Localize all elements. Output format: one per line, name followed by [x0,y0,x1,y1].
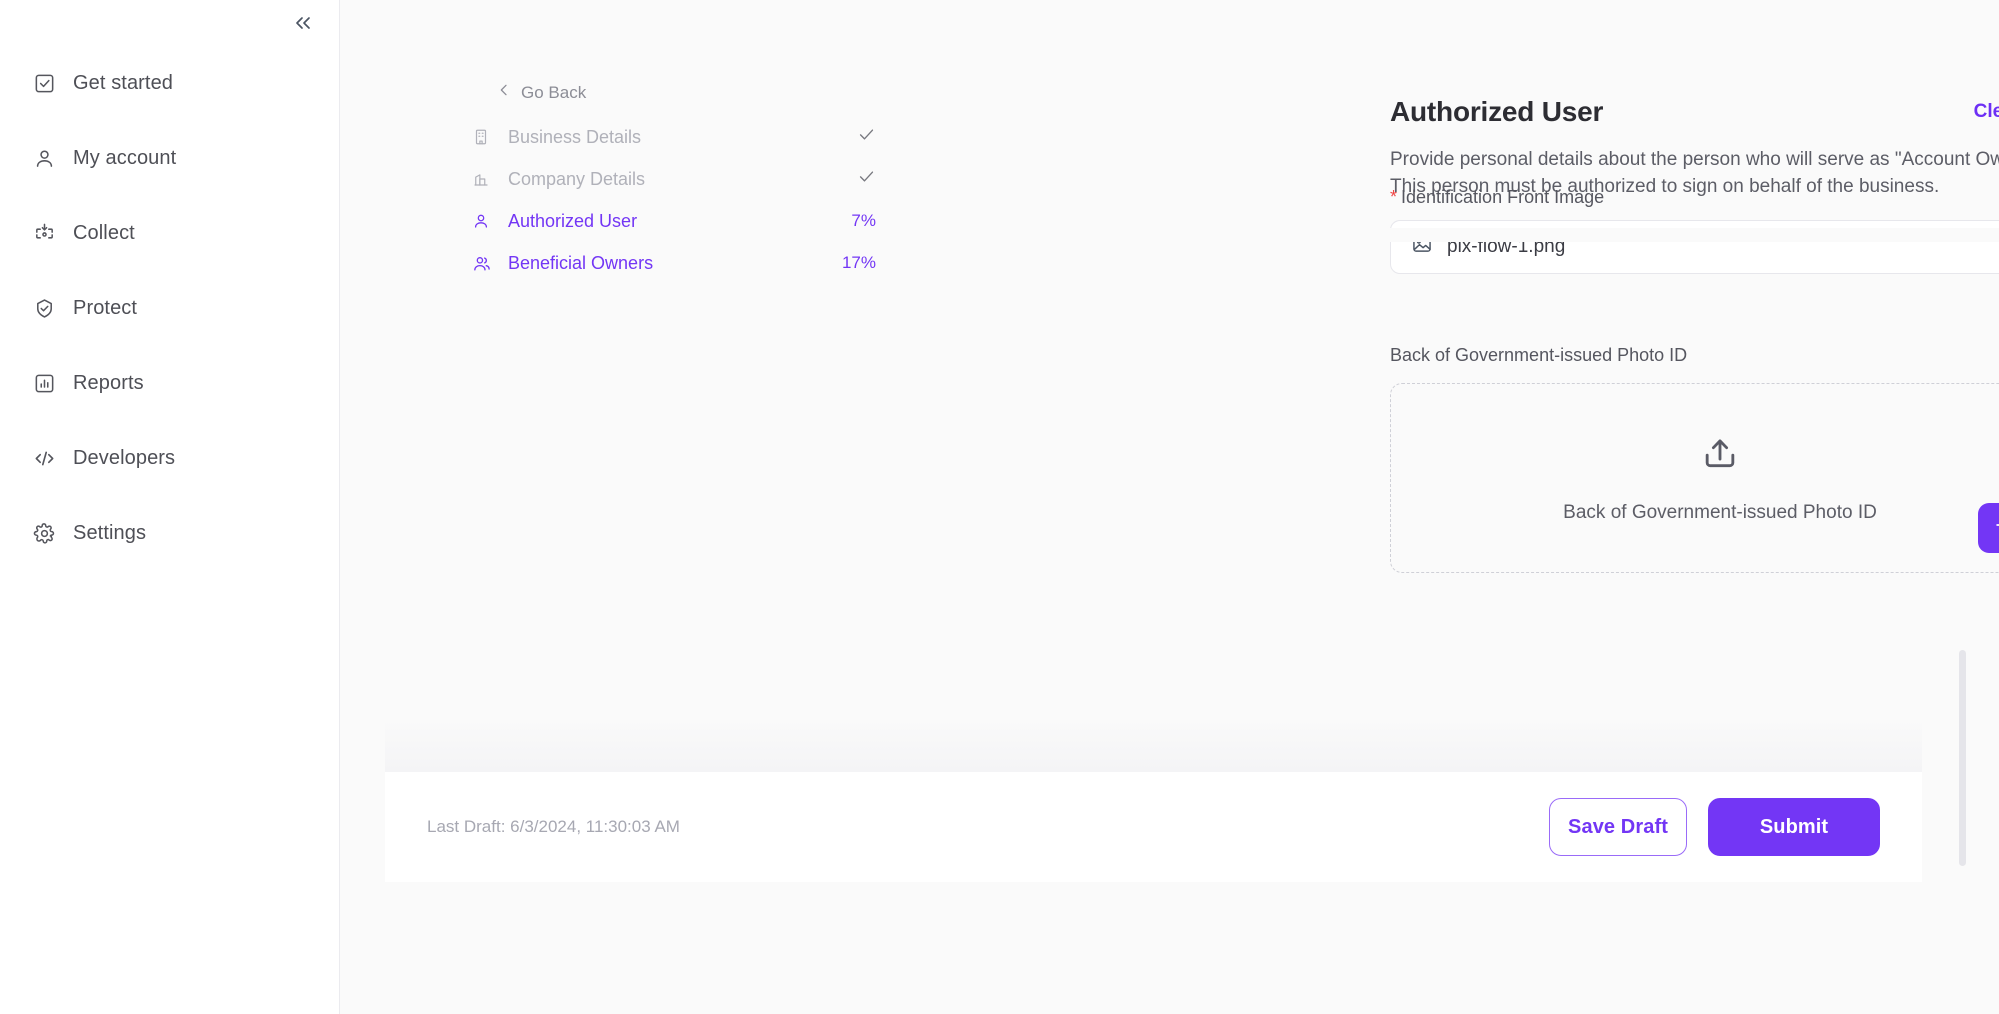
building-icon [470,126,492,148]
sidebar: Get started My account Collect [0,0,340,1014]
authorized-user-panel: Authorized User Clear All Provide person… [1390,96,1999,573]
chevron-left-icon [496,82,512,103]
sidebar-item-protect[interactable]: Protect [0,271,339,346]
vertical-scrollbar-thumb[interactable] [1959,650,1966,866]
upload-icon [1698,431,1742,480]
user-icon [470,210,492,232]
go-back-button[interactable]: Go Back [496,82,880,103]
chevrons-left-icon [291,11,315,40]
scroll-clip-mask [1375,228,1999,242]
step-item-label: Beneficial Owners [508,253,842,274]
step-item-beneficial-owners[interactable]: Beneficial Owners 17% [470,242,880,284]
sidebar-collapse-button[interactable] [283,5,323,45]
users-icon [470,252,492,274]
required-asterisk: * [1390,187,1397,207]
company-icon [470,168,492,190]
submit-button[interactable]: Submit [1708,798,1880,856]
sidebar-item-label: Settings [73,522,146,545]
sidebar-item-label: My account [73,147,176,170]
sidebar-item-developers[interactable]: Developers [0,421,339,496]
sidebar-item-reports[interactable]: Reports [0,346,339,421]
field-label-row: *Identification Front Image [1390,187,1999,208]
file-dropzone[interactable]: Back of Government-issued Photo ID [1390,383,1999,573]
code-icon [32,447,56,471]
step-item-authorized-user[interactable]: Authorized User 7% [470,200,880,242]
field-label-row: Back of Government-issued Photo ID [1390,345,1999,366]
plus-icon [1992,514,1999,541]
shield-check-icon [32,297,56,321]
collect-icon [32,222,56,246]
dropzone-label: Back of Government-issued Photo ID [1563,502,1877,524]
page-title: Authorized User [1390,96,1603,128]
sidebar-item-label: Protect [73,297,137,320]
step-navigation: Go Back Business Details Company Details [470,82,880,284]
save-draft-button[interactable]: Save Draft [1549,798,1687,856]
footer-actions: Save Draft Submit [1549,798,1880,856]
main-content: Go Back Business Details Company Details [340,0,1999,1014]
clear-all-button[interactable]: Clear All [1974,101,1999,123]
form-footer: Last Draft: 6/3/2024, 11:30:03 AM Save D… [385,772,1922,882]
sidebar-item-my-account[interactable]: My account [0,121,339,196]
field-back-photo-id: Back of Government-issued Photo ID Back … [1390,345,1999,573]
add-file-button[interactable] [1978,503,1999,553]
sidebar-item-settings[interactable]: Settings [0,496,339,571]
field-label: Back of Government-issued Photo ID [1390,345,1687,366]
sidebar-item-label: Reports [73,372,144,395]
step-check-icon [857,125,876,149]
user-icon [32,147,56,171]
step-check-icon [857,167,876,191]
step-item-progress: 17% [842,253,876,273]
field-label: *Identification Front Image [1390,187,1604,208]
sidebar-item-collect[interactable]: Collect [0,196,339,271]
step-item-progress: 7% [851,211,876,231]
step-item-business-details[interactable]: Business Details [470,116,880,158]
step-item-label: Company Details [508,169,857,190]
form-scroll-area: Go Back Business Details Company Details [340,0,1999,1014]
sidebar-item-label: Collect [73,222,135,245]
sidebar-nav: Get started My account Collect [0,0,339,571]
panel-header: Authorized User Clear All [1390,96,1999,128]
gear-icon [32,522,56,546]
check-square-icon [32,72,56,96]
sidebar-item-label: Developers [73,447,175,470]
step-item-label: Authorized User [508,211,851,232]
go-back-label: Go Back [521,83,586,103]
step-item-label: Business Details [508,127,857,148]
footer-gradient [385,718,1922,772]
last-draft-timestamp: Last Draft: 6/3/2024, 11:30:03 AM [427,817,680,837]
sidebar-item-get-started[interactable]: Get started [0,46,339,121]
bar-chart-icon [32,372,56,396]
step-item-company-details[interactable]: Company Details [470,158,880,200]
sidebar-item-label: Get started [73,72,173,95]
